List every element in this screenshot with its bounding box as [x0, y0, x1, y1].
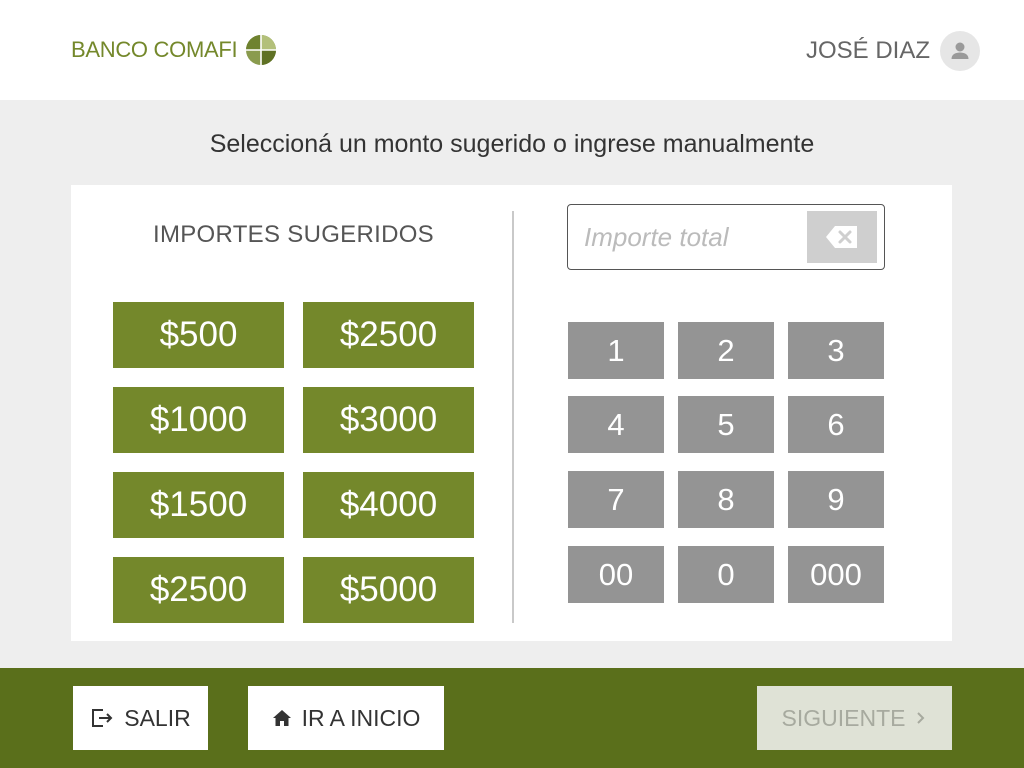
- exit-button[interactable]: SALIR: [73, 686, 208, 750]
- header: BANCO COMAFI JOSÉ DIAZ: [0, 0, 1024, 100]
- exit-icon: [92, 709, 113, 727]
- keypad-key[interactable]: 2: [678, 322, 774, 379]
- suggested-amount-button[interactable]: $3000: [303, 387, 474, 453]
- suggested-amount-button[interactable]: $2500: [113, 557, 284, 623]
- keypad-key[interactable]: 4: [568, 396, 664, 453]
- keypad-key[interactable]: 7: [568, 471, 664, 528]
- amount-input[interactable]: [584, 215, 804, 259]
- divider: [512, 211, 514, 623]
- amount-field: [567, 204, 885, 270]
- next-button[interactable]: SIGUIENTE: [757, 686, 952, 750]
- suggested-amount-button[interactable]: $1000: [113, 387, 284, 453]
- amount-panel: IMPORTES SUGERIDOS $500 $2500 $1000 $300…: [71, 185, 952, 641]
- keypad-key[interactable]: 5: [678, 396, 774, 453]
- suggested-amount-button[interactable]: $4000: [303, 472, 474, 538]
- brand: BANCO COMAFI: [71, 32, 277, 68]
- backspace-icon: [826, 226, 857, 248]
- user-info: JOSÉ DIAZ: [806, 31, 980, 71]
- suggested-amount-button[interactable]: $1500: [113, 472, 284, 538]
- keypad-key[interactable]: 00: [568, 546, 664, 603]
- keypad-key[interactable]: 0: [678, 546, 774, 603]
- keypad-key[interactable]: 9: [788, 471, 884, 528]
- backspace-button[interactable]: [807, 211, 877, 263]
- keypad-key[interactable]: 8: [678, 471, 774, 528]
- globe-logo-icon: [246, 35, 277, 65]
- suggested-amount-button[interactable]: $5000: [303, 557, 474, 623]
- keypad-key[interactable]: 000: [788, 546, 884, 603]
- footer: SALIR IR A INICIO SIGUIENTE: [0, 668, 1024, 768]
- keypad-key[interactable]: 3: [788, 322, 884, 379]
- home-icon: [272, 710, 291, 726]
- keypad-key[interactable]: 1: [568, 322, 664, 379]
- avatar[interactable]: [940, 31, 980, 71]
- home-label: IR A INICIO: [301, 704, 421, 731]
- instruction-text: Seleccioná un monto sugerido o ingrese m…: [209, 130, 815, 158]
- suggested-amount-button[interactable]: $500: [113, 302, 284, 368]
- next-label: SIGUIENTE: [781, 704, 906, 731]
- exit-label: SALIR: [124, 704, 191, 731]
- user-icon: [951, 42, 969, 59]
- brand-name: BANCO COMAFI: [71, 37, 238, 62]
- home-button[interactable]: IR A INICIO: [248, 686, 444, 750]
- keypad-key[interactable]: 6: [788, 396, 884, 453]
- chevron-right-icon: [917, 712, 925, 724]
- user-name: JOSÉ DIAZ: [805, 37, 930, 64]
- suggested-amounts-title: IMPORTES SUGERIDOS: [152, 221, 434, 248]
- suggested-amount-button[interactable]: $2500: [303, 302, 474, 368]
